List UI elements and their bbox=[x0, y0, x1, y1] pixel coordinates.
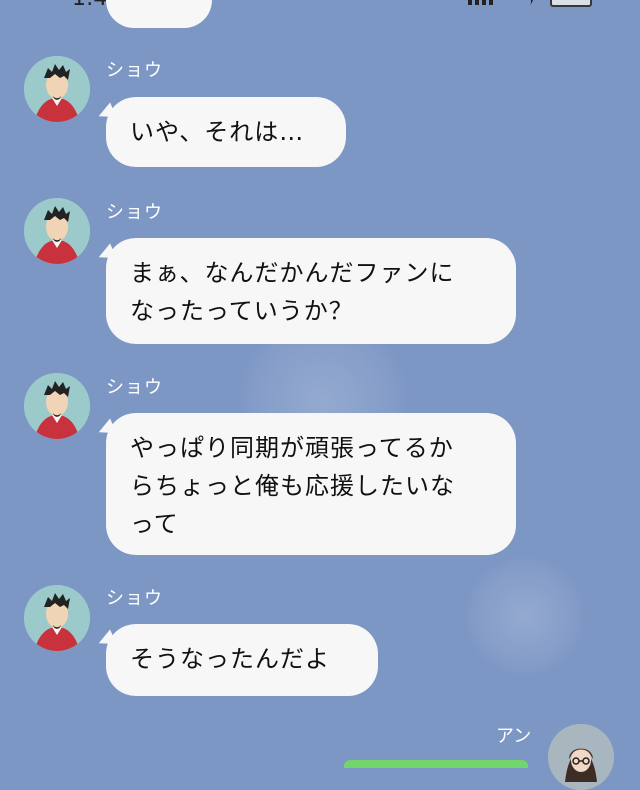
sender-name: ショウ bbox=[106, 588, 163, 609]
signal-bar bbox=[468, 0, 472, 5]
sender-avatar[interactable] bbox=[24, 373, 90, 439]
top-message-bubble bbox=[106, 0, 212, 28]
sender-name: ショウ bbox=[106, 202, 163, 223]
message-bubble[interactable]: そうなったんだよ bbox=[106, 624, 378, 696]
sender-avatar[interactable] bbox=[24, 56, 90, 122]
background-glow bbox=[465, 556, 585, 676]
sender-avatar[interactable] bbox=[24, 585, 90, 651]
battery-icon bbox=[550, 0, 592, 7]
male-avatar-icon bbox=[24, 198, 90, 264]
signal-icon bbox=[468, 0, 493, 5]
message-bubble[interactable]: やっぱり同期が頑張ってるか らちょっと俺も応援したいな って bbox=[106, 413, 516, 555]
female-avatar-icon bbox=[548, 724, 614, 790]
sender-avatar[interactable] bbox=[24, 198, 90, 264]
right-avatar[interactable] bbox=[548, 724, 614, 790]
sender-name: ショウ bbox=[106, 60, 163, 81]
signal-bar bbox=[475, 0, 479, 5]
male-avatar-icon bbox=[24, 585, 90, 651]
right-sender-name: アン bbox=[496, 726, 532, 747]
signal-bar bbox=[482, 0, 486, 5]
outgoing-message-bubble bbox=[344, 760, 528, 768]
message-bubble[interactable]: いや、それは… bbox=[106, 97, 346, 167]
message-bubble[interactable]: まぁ、なんだかんだファンに なったっていうか？ bbox=[106, 238, 516, 344]
status-bar: 1:46 bbox=[0, 0, 640, 13]
male-avatar-icon bbox=[24, 56, 90, 122]
signal-bar bbox=[489, 0, 493, 5]
wifi-icon bbox=[511, 0, 537, 13]
sender-name: ショウ bbox=[106, 377, 163, 398]
male-avatar-icon bbox=[24, 373, 90, 439]
